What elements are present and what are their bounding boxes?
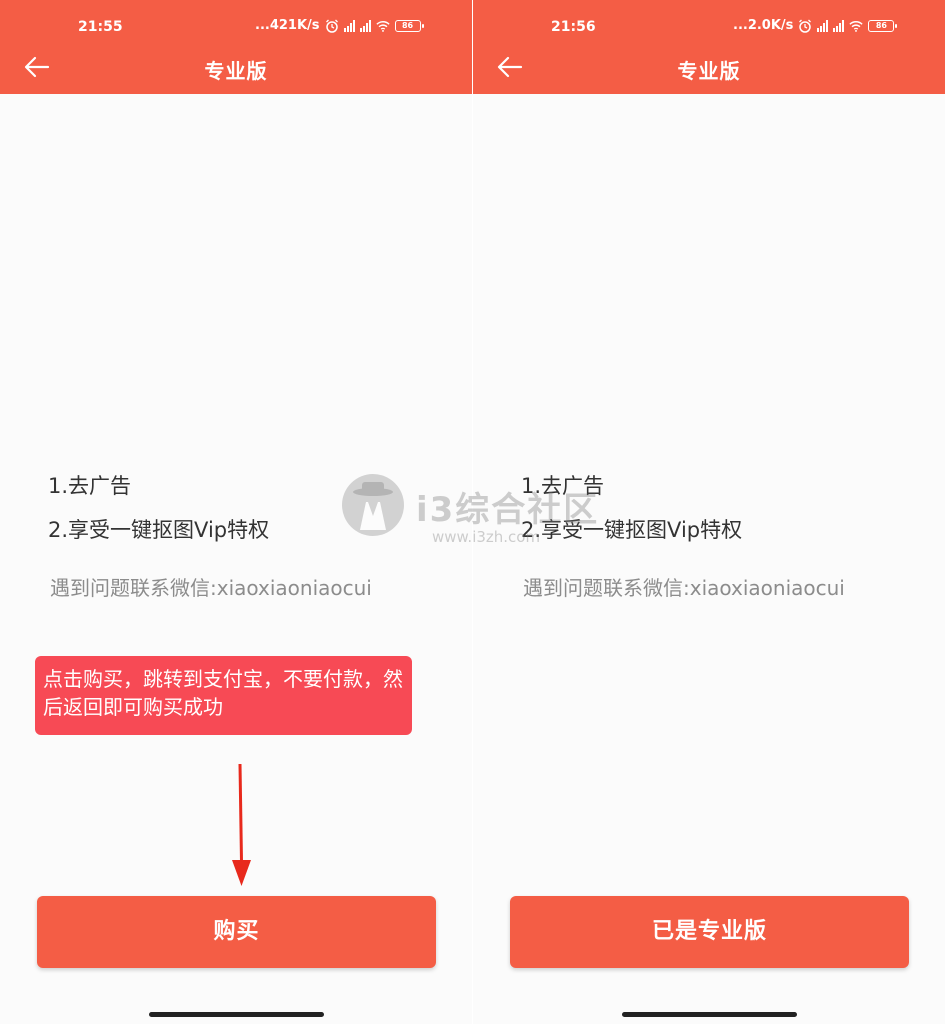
wifi-icon [849,20,864,32]
signal-icon [359,19,371,32]
status-bar: 21:56 ...2.0K/s 86 [473,17,945,39]
arrow-down-icon [232,763,251,886]
status-time: 21:56 [551,19,596,35]
annotation-tip: 点击购买，跳转到支付宝，不要付款，然后返回即可购买成功 [35,656,412,735]
contact-info: 遇到问题联系微信:xiaoxiaoniaocui [50,576,372,600]
page-title: 专业版 [677,59,741,83]
app-bar: 21:56 ...2.0K/s 86 专业版 [473,0,945,94]
feature-list: 1.去广告 2.享受一键抠图Vip特权 [48,472,269,560]
network-speed: ...2.0K/s [733,18,794,33]
feature-item: 2.享受一键抠图Vip特权 [521,518,743,542]
screen-after: 21:56 ...2.0K/s 86 专业版 1.去广告 2.享受一键抠图Vip… [473,0,945,1024]
signal-icon [343,19,355,32]
status-icons: ...2.0K/s 86 [733,18,898,33]
wifi-icon [375,20,390,32]
alarm-icon [799,19,812,33]
home-indicator[interactable] [149,1012,324,1017]
signal-icon [817,19,829,32]
screen-before: 21:55 ...421K/s 86 专业版 1.去广告 2.享受一键抠图Vip… [0,0,472,1024]
alarm-icon [325,19,338,33]
buy-button[interactable]: 购买 [37,896,436,968]
status-bar: 21:55 ...421K/s 86 [0,17,472,39]
contact-info: 遇到问题联系微信:xiaoxiaoniaocui [523,576,845,600]
feature-item: 2.享受一键抠图Vip特权 [48,518,270,542]
battery-icon: 86 [868,19,898,32]
page-title: 专业版 [204,59,268,83]
feature-item: 1.去广告 [521,474,605,498]
comparison-screenshots: 21:55 ...421K/s 86 专业版 1.去广告 2.享受一键抠图Vip… [0,0,945,1024]
status-icons: ...421K/s 86 [255,18,424,33]
signal-icon [833,19,845,32]
pro-status-button[interactable]: 已是专业版 [510,896,909,968]
status-time: 21:55 [78,19,123,35]
feature-list: 1.去广告 2.享受一键抠图Vip特权 [521,472,742,560]
home-indicator[interactable] [622,1012,797,1017]
feature-item: 1.去广告 [48,474,132,498]
battery-icon: 86 [394,19,424,32]
network-speed: ...421K/s [255,18,320,33]
app-bar: 21:55 ...421K/s 86 专业版 [0,0,472,94]
